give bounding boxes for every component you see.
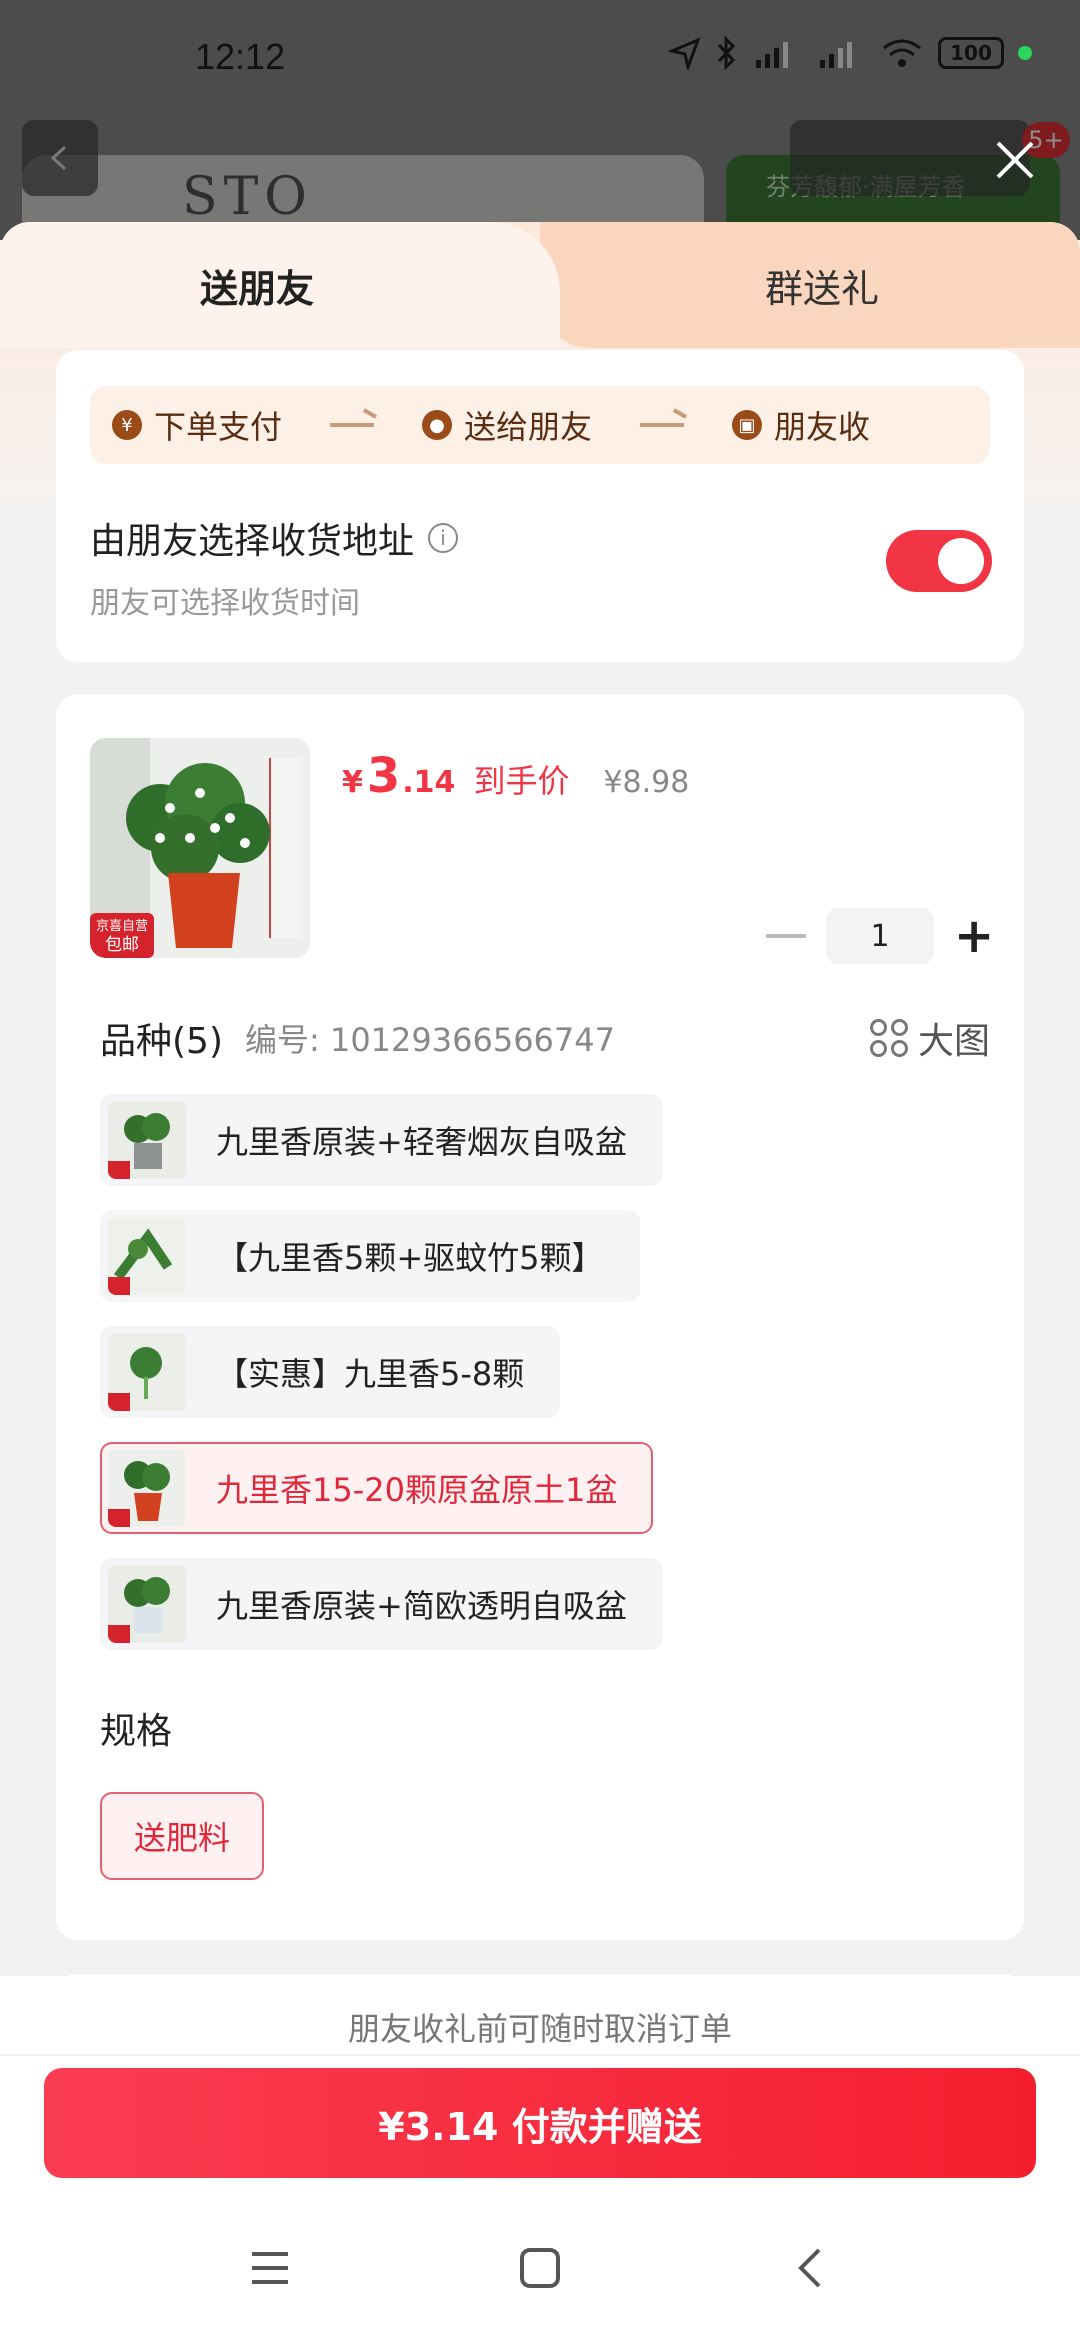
step-pay-label: 下单支付 [154,408,283,446]
variety-option[interactable]: 九里香原装+简欧透明自吸盆 [100,1558,663,1650]
variety-option-label: 九里香原装+轻奢烟灰自吸盆 [216,1123,627,1161]
variety-option[interactable]: 【九里香5颗+驱蚊竹5颗】 [100,1210,640,1302]
grid-icon [869,1019,908,1057]
variety-option-label: 九里香原装+简欧透明自吸盆 [216,1587,627,1625]
address-option-subtitle: 朋友可选择收货时间 [90,586,360,621]
tab-gift-friend-label[interactable]: 送朋友 [200,258,314,313]
close-icon[interactable] [990,135,1040,185]
toggle-knob [938,538,984,584]
back-icon[interactable] [780,2238,840,2298]
variety-option[interactable]: 九里香原装+轻奢烟灰自吸盆 [100,1094,663,1186]
address-option-title: 由朋友选择收货地址 i [90,512,459,564]
step-pay: ¥ 下单支付 [112,402,282,448]
price-decimal: .14 [402,765,456,800]
quantity-stepper: 1 + [766,908,994,964]
status-icons: 100 [668,36,1032,70]
option-thumbnail [108,1101,186,1179]
status-time: 12:12 [195,36,286,77]
variety-option-selected[interactable]: 九里香15-20颗原盆原土1盆 [100,1442,654,1534]
variety-option-label: 九里香15-20颗原盆原土1盆 [216,1471,618,1509]
gift-icon: ▣ [732,410,763,440]
big-image-button[interactable]: 大图 [869,1012,990,1064]
variety-title: 品种(5) [100,1021,223,1062]
yen-icon: ¥ [112,410,142,440]
spec-option-selected[interactable]: 送肥料 [100,1792,265,1880]
address-card: ¥ 下单支付 ● 送给朋友 ▣ 朋友收 由朋友选择收货地址 i 朋友可选择收货时… [56,350,1024,662]
big-image-label: 大图 [917,1021,990,1062]
wechat-icon: ● [422,410,453,440]
original-price: ¥8.98 [603,765,690,800]
system-navbar [0,2196,1080,2340]
option-thumbnail [108,1217,186,1295]
privacy-dot [1018,46,1032,60]
step-send-label: 送给朋友 [464,408,593,446]
step-receive: ▣ 朋友收 [732,402,870,448]
arrow-icon [330,423,375,427]
tab-group-gift-label[interactable]: 群送礼 [765,258,879,313]
home-icon[interactable] [510,2238,570,2298]
wifi-icon [883,39,921,67]
product-tag-jx: 京喜自营 [96,919,148,934]
step-send: ● 送给朋友 [422,402,592,448]
address-option-label: 由朋友选择收货地址 [90,521,415,562]
decrease-button[interactable] [766,934,806,938]
quantity-value[interactable]: 1 [826,908,934,964]
option-thumbnail [108,1333,186,1411]
final-price-label: 到手价 [473,762,570,800]
bluetooth-icon [717,36,736,70]
cancel-note: 朋友收礼前可随时取消订单 [347,2010,732,2048]
step-receive-label: 朋友收 [774,408,871,446]
spec-title: 规格 [100,1711,173,1752]
signal-icon-2 [820,42,852,68]
battery-indicator: 100 [938,37,1004,69]
price-row: ¥ 3 .14 到手价 ¥8.98 [342,748,689,804]
option-thumbnail [108,1449,186,1527]
product-tag-free-shipping: 包邮 [105,935,139,955]
variety-option-label: 【实惠】九里香5-8颗 [216,1355,525,1393]
menu-icon[interactable] [240,2238,300,2298]
info-icon[interactable]: i [428,523,459,553]
price-integer: 3 [366,748,401,804]
product-code: 编号: 10129366566747 [245,1021,615,1059]
product-image[interactable]: 京喜自营 包邮 [90,738,310,958]
pay-and-gift-button[interactable]: ¥3.14 付款并赠送 [44,2068,1036,2178]
option-thumbnail [108,1565,186,1643]
variety-header: 品种(5) 编号: 10129366566747 大图 [100,1012,990,1064]
arrow-icon-2 [640,423,685,427]
increase-button[interactable]: + [954,912,994,960]
product-card: 京喜自营 包邮 ¥ 3 .14 到手价 ¥8.98 1 + 品种(5) 编号: … [56,694,1024,1940]
signal-icon [756,42,788,68]
address-toggle[interactable] [886,530,992,592]
status-bar: 12:12 100 [0,0,1080,120]
gift-steps: ¥ 下单支付 ● 送给朋友 ▣ 朋友收 [90,386,990,464]
footer-divider [0,2054,1080,2056]
price-currency: ¥ [342,765,363,800]
variety-option-label: 【九里香5颗+驱蚊竹5颗】 [216,1239,604,1277]
location-icon [668,37,701,70]
variety-option[interactable]: 【实惠】九里香5-8颗 [100,1326,561,1418]
